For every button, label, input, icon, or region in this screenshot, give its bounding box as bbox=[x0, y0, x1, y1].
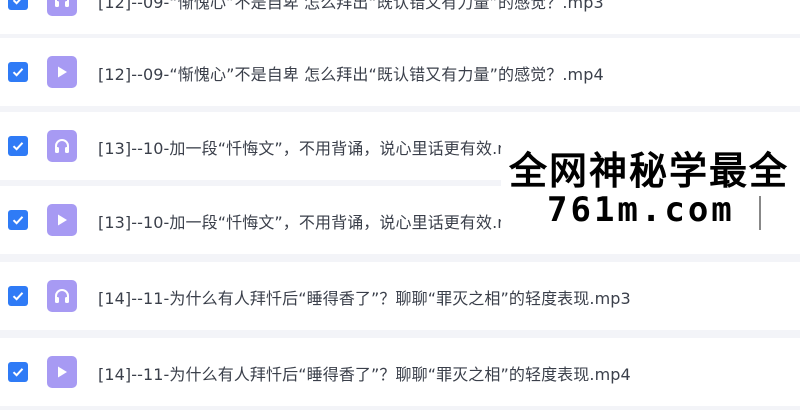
check-icon bbox=[12, 142, 24, 151]
file-name: [12]--09-“惭愧心”不是自卑 怎么拜出“既认错又有力量”的感觉？.mp3 bbox=[98, 0, 604, 12]
play-icon bbox=[58, 66, 67, 78]
headphones-icon bbox=[55, 139, 69, 153]
file-row[interactable]: [12]--09-“惭愧心”不是自卑 怎么拜出“既认错又有力量”的感觉？.mp3 bbox=[0, 0, 800, 34]
check-icon bbox=[12, 216, 24, 225]
check-icon bbox=[12, 0, 21, 5]
file-name: [14]--11-为什么有人拜忏后“睡得香了”？聊聊“罪灭之相”的轻度表现.mp… bbox=[98, 365, 631, 384]
file-name: [13]--10-加一段“忏悔文”，不用背诵，说心里话更有效.mp4 bbox=[98, 213, 534, 232]
file-row[interactable]: [14]--11-为什么有人拜忏后“睡得香了”？聊聊“罪灭之相”的轻度表现.mp… bbox=[0, 262, 800, 330]
play-icon bbox=[58, 366, 67, 378]
watermark-title: 全网神秘学最全 bbox=[509, 149, 790, 193]
row-checkbox[interactable] bbox=[8, 210, 28, 230]
video-file-icon bbox=[47, 56, 77, 88]
file-row[interactable]: [12]--09-“惭愧心”不是自卑 怎么拜出“既认错又有力量”的感觉？.mp4 bbox=[0, 38, 800, 106]
file-name: [12]--09-“惭愧心”不是自卑 怎么拜出“既认错又有力量”的感觉？.mp4 bbox=[98, 65, 604, 84]
check-icon bbox=[12, 68, 24, 77]
row-checkbox[interactable] bbox=[8, 286, 28, 306]
check-icon bbox=[12, 292, 24, 301]
check-icon bbox=[12, 368, 24, 377]
headphones-icon bbox=[55, 289, 69, 303]
file-name: [14]--11-为什么有人拜忏后“睡得香了”？聊聊“罪灭之相”的轻度表现.mp… bbox=[98, 289, 631, 308]
watermark-url: 761m.com bbox=[547, 190, 735, 230]
video-file-icon bbox=[47, 204, 77, 236]
headphones-icon bbox=[55, 0, 69, 7]
audio-file-icon bbox=[47, 0, 77, 16]
video-file-icon bbox=[47, 356, 77, 388]
row-checkbox[interactable] bbox=[8, 0, 28, 10]
audio-file-icon bbox=[47, 280, 77, 312]
row-checkbox[interactable] bbox=[8, 62, 28, 82]
row-checkbox[interactable] bbox=[8, 136, 28, 156]
watermark: 全网神秘学最全 761m.com bbox=[501, 138, 800, 240]
row-checkbox[interactable] bbox=[8, 362, 28, 382]
watermark-divider bbox=[759, 196, 761, 230]
play-icon bbox=[58, 214, 67, 226]
file-name: [13]--10-加一段“忏悔文”，不用背诵，说心里话更有效.mp3 bbox=[98, 139, 534, 158]
file-row[interactable]: [14]--11-为什么有人拜忏后“睡得香了”？聊聊“罪灭之相”的轻度表现.mp… bbox=[0, 338, 800, 406]
audio-file-icon bbox=[47, 130, 77, 162]
